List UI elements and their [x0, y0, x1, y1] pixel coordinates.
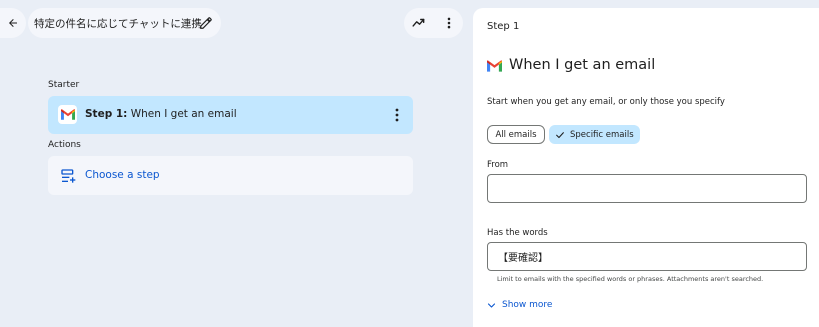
step-1-text: When I get an email: [130, 108, 237, 120]
has-words-hint: Limit to emails with the specified words…: [497, 275, 764, 283]
specific-emails-chip[interactable]: Specific emails: [549, 125, 640, 144]
step-config-panel: Step 1 When I get an email Start when yo…: [473, 8, 819, 327]
back-button[interactable]: [0, 8, 26, 38]
chevron-down-icon: [487, 302, 496, 308]
specific-emails-label: Specific emails: [570, 129, 634, 140]
has-words-field[interactable]: [487, 242, 807, 271]
add-step-icon: [61, 169, 76, 183]
flow-title: 特定の件名に応じてチャットに連携: [34, 17, 202, 30]
trigger-title: When I get an email: [509, 57, 656, 73]
choose-step-label: Choose a step: [85, 169, 160, 181]
starter-label: Starter: [48, 80, 80, 90]
arrow-back-icon: [9, 19, 17, 27]
panel-step-label: Step 1: [487, 21, 520, 32]
trigger-description: Start when you get any email, or only th…: [487, 97, 725, 107]
gmail-logo-icon: [487, 60, 502, 72]
activity-icon[interactable]: [412, 16, 426, 30]
check-icon: [556, 131, 564, 138]
all-emails-chip[interactable]: All emails: [487, 125, 545, 144]
step-1-card[interactable]: Step 1: When I get an email: [48, 96, 413, 134]
from-field[interactable]: [487, 174, 807, 203]
pencil-icon[interactable]: [199, 16, 213, 30]
toolbar: [404, 8, 463, 38]
show-more-label: Show more: [502, 300, 553, 310]
from-label: From: [487, 160, 509, 170]
show-more-link[interactable]: Show more: [487, 300, 552, 310]
has-words-label: Has the words: [487, 228, 548, 238]
step-1-prefix: Step 1:: [85, 108, 128, 120]
flow-title-pill[interactable]: 特定の件名に応じてチャットに連携: [28, 8, 221, 38]
choose-step-card[interactable]: Choose a step: [48, 156, 413, 195]
more-vert-icon[interactable]: [442, 16, 456, 30]
step-more-icon[interactable]: [395, 108, 399, 122]
gmail-icon: [58, 105, 77, 124]
actions-label: Actions: [48, 140, 81, 150]
step-1-label: Step 1: When I get an email: [85, 108, 237, 120]
